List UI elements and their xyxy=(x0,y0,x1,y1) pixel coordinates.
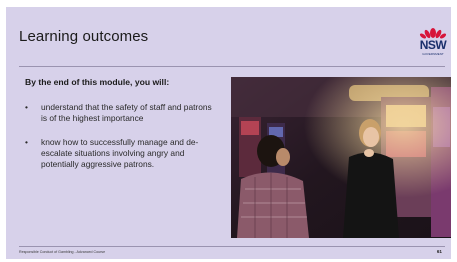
outcomes-list: understand that the safety of staff and … xyxy=(25,102,220,183)
logo-wordmark: NSW xyxy=(419,38,447,52)
page-number: 61 xyxy=(436,249,442,254)
slide-title: Learning outcomes xyxy=(19,28,149,45)
lead-text: By the end of this module, you will: xyxy=(25,77,170,87)
footer-divider xyxy=(19,246,445,247)
casino-staff-photo xyxy=(231,77,451,238)
footer-course-title: Responsible Conduct of Gambling - Advanc… xyxy=(19,250,106,254)
list-item: understand that the safety of staff and … xyxy=(25,102,220,124)
photo-illustration xyxy=(231,77,451,238)
title-divider xyxy=(19,66,445,67)
logo-subtitle: GOVERNMENT xyxy=(422,52,444,56)
list-item: know how to successfully manage and de-e… xyxy=(25,137,220,170)
waratah-flower-icon xyxy=(419,28,447,39)
nsw-government-logo: NSW GOVERNMENT xyxy=(416,25,450,61)
slide: Learning outcomes NSW GOVERNMENT By the … xyxy=(6,7,451,259)
